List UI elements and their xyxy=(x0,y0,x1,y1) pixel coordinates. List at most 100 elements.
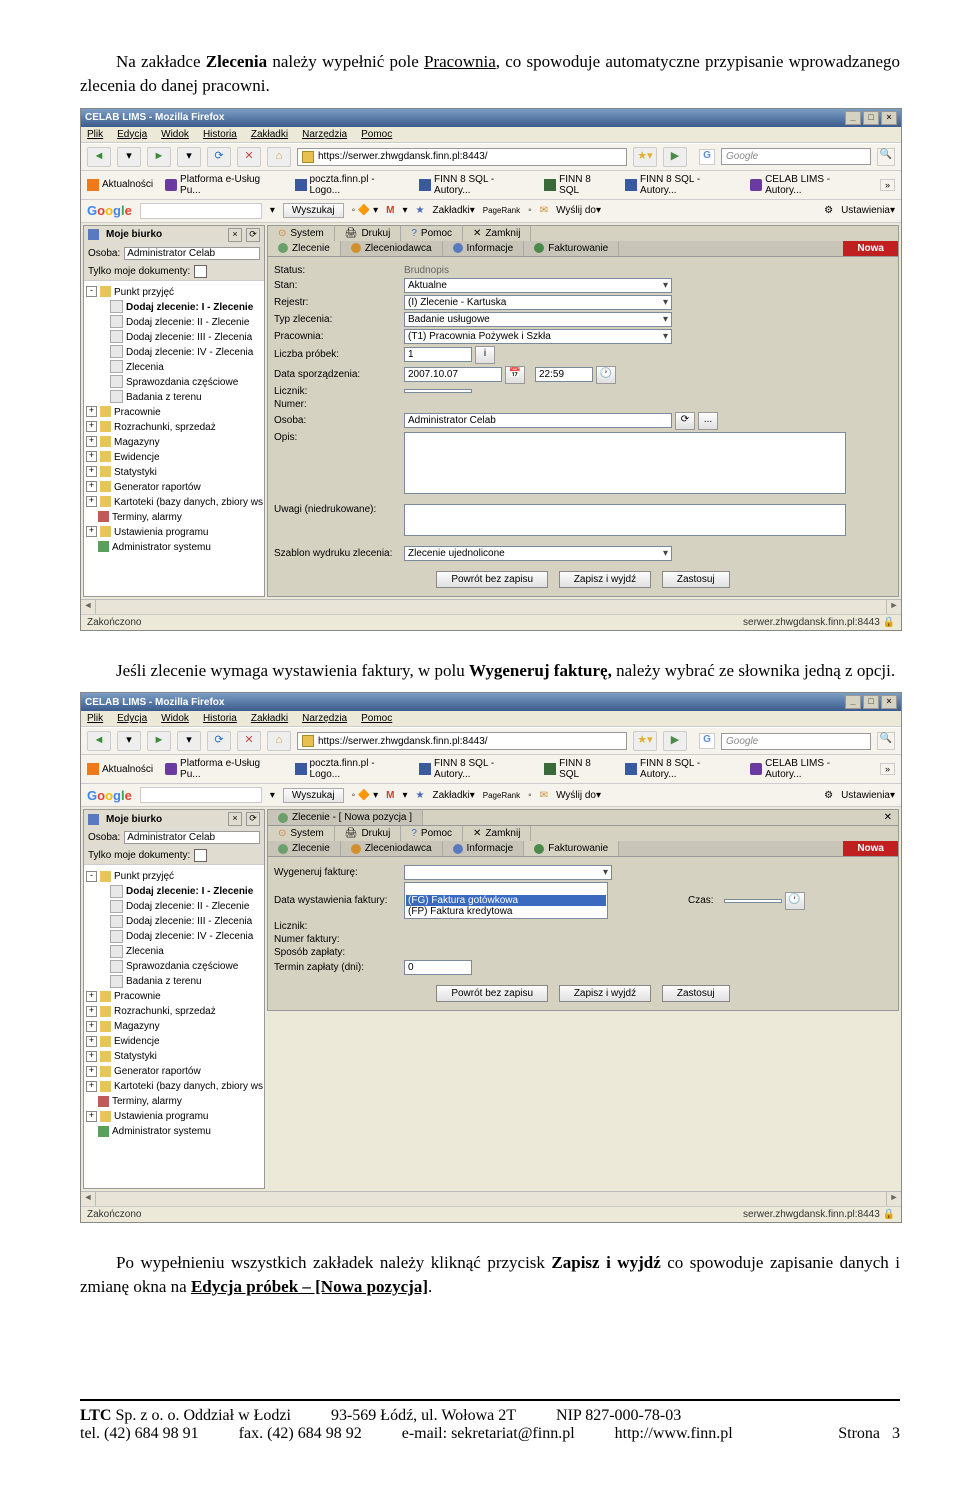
expand-icon[interactable]: + xyxy=(86,481,97,492)
tab-zlecenie[interactable]: Zlecenie xyxy=(268,241,341,256)
back-icon[interactable]: ◄ xyxy=(87,147,111,167)
scroll-right-icon[interactable]: ► xyxy=(886,1192,901,1206)
wygeneruj-select[interactable]: ▾ xyxy=(404,865,612,880)
system-menu[interactable]: ⊙System xyxy=(268,826,335,841)
menu-help[interactable]: Pomoc xyxy=(361,713,392,724)
go-icon[interactable]: ▶ xyxy=(663,147,687,167)
menu-view[interactable]: Widok xyxy=(161,713,189,724)
expand-icon[interactable]: + xyxy=(86,496,97,507)
scroll-left-icon[interactable]: ◄ xyxy=(81,600,96,614)
g-bookmarks[interactable]: Zakładki▾ xyxy=(433,205,475,216)
tree-item[interactable]: Sprawozdania częściowe xyxy=(126,377,238,388)
tree-item[interactable]: Zlecenia xyxy=(126,946,164,957)
print-button[interactable]: 🖨Drukuj xyxy=(335,226,402,241)
menu-history[interactable]: Historia xyxy=(203,129,237,140)
tab-close-icon[interactable]: ✕ xyxy=(878,810,898,825)
only-mine-checkbox[interactable] xyxy=(194,265,207,278)
print-button[interactable]: 🖨Drukuj xyxy=(335,826,402,841)
apply-button[interactable]: Zastosuj xyxy=(662,571,730,588)
bm-2[interactable]: poczta.finn.pl - Logo... xyxy=(295,758,408,780)
tree-item[interactable]: Sprawozdania częściowe xyxy=(126,961,238,972)
fwd-icon[interactable]: ► xyxy=(147,147,171,167)
expand-icon[interactable]: + xyxy=(86,1006,97,1017)
tab-zleceniodawca[interactable]: Zleceniodawca xyxy=(341,841,443,856)
g-search-button[interactable]: Wyszukaj xyxy=(283,203,344,218)
g-settings[interactable]: Ustawienia▾ xyxy=(841,790,895,801)
tree-item[interactable]: Dodaj zlecenie: IV - Zlecenia xyxy=(126,347,253,358)
stop-icon[interactable]: ✕ xyxy=(237,731,261,751)
tree-item[interactable]: Kartoteki (bazy danych, zbiory ws xyxy=(114,1081,263,1092)
bm-1[interactable]: Platforma e-Usług Pu... xyxy=(165,758,282,780)
scroll-right-icon[interactable]: ► xyxy=(886,600,901,614)
expand-icon[interactable]: + xyxy=(86,1111,97,1122)
search-go-icon[interactable]: 🔍 xyxy=(877,732,895,750)
tree-item[interactable]: Dodaj zlecenie: III - Zlecenia xyxy=(126,332,252,343)
back-dd[interactable]: ▾ xyxy=(117,731,141,751)
h-scrollbar[interactable]: ◄► xyxy=(81,599,901,614)
tree-item[interactable]: Pracownie xyxy=(114,407,161,418)
tree-item[interactable]: Rozrachunki, sprzedaż xyxy=(114,1006,216,1017)
menu-view[interactable]: Widok xyxy=(161,129,189,140)
menu-bookmarks[interactable]: Zakładki xyxy=(251,129,288,140)
gmail-icon[interactable]: M xyxy=(386,790,394,801)
send-icon[interactable]: ✉ xyxy=(540,205,548,216)
clock-icon[interactable]: 🕐 xyxy=(596,366,616,384)
g-settings[interactable]: Ustawienia▾ xyxy=(841,205,895,216)
scroll-left-icon[interactable]: ◄ xyxy=(81,1192,96,1206)
bm-5[interactable]: FINN 8 SQL - Autory... xyxy=(625,174,738,196)
tree-item[interactable]: Ustawienia programu xyxy=(114,1111,209,1122)
bm-3[interactable]: FINN 8 SQL - Autory... xyxy=(419,174,532,196)
expand-icon[interactable]: + xyxy=(86,451,97,462)
search-engine-icon[interactable]: G xyxy=(699,149,715,165)
osoba-field[interactable]: Administrator Celab xyxy=(124,247,260,260)
czas-input[interactable] xyxy=(724,899,782,903)
tree-item[interactable]: Terminy, alarmy xyxy=(112,512,182,523)
menu-history[interactable]: Historia xyxy=(203,713,237,724)
option-blank[interactable] xyxy=(406,884,606,895)
szablon-select[interactable]: Zlecenie ujednolicone▾ xyxy=(404,546,672,561)
tree-item[interactable]: Punkt przyjęć xyxy=(114,871,174,882)
expand-icon[interactable]: + xyxy=(86,466,97,477)
search-go-icon[interactable]: 🔍 xyxy=(877,148,895,166)
overflow-icon[interactable]: » xyxy=(880,763,895,775)
back-button[interactable]: Powrót bez zapisu xyxy=(436,571,548,588)
tree-item[interactable]: Zlecenia xyxy=(126,362,164,373)
back-dd[interactable]: ▾ xyxy=(117,147,141,167)
menu-edit[interactable]: Edycja xyxy=(117,129,147,140)
expand-icon[interactable]: + xyxy=(86,526,97,537)
menu-file[interactable]: Plik xyxy=(87,713,103,724)
tree-close-icon[interactable]: × xyxy=(228,812,242,826)
bm-5[interactable]: FINN 8 SQL - Autory... xyxy=(625,758,738,780)
tree-item[interactable]: Ewidencje xyxy=(114,452,160,463)
home-icon[interactable]: ⌂ xyxy=(267,731,291,751)
bookmark-star-icon[interactable]: ★ xyxy=(416,790,425,801)
opis-textarea[interactable] xyxy=(404,432,846,494)
tree-item[interactable]: Generator raportów xyxy=(114,1066,201,1077)
close-button[interactable]: ✕Zamknij xyxy=(463,826,531,841)
menu-file[interactable]: Plik xyxy=(87,129,103,140)
url-input[interactable]: https://serwer.zhwgdansk.finn.pl:8443/ xyxy=(297,148,627,166)
tree-item[interactable]: Badania z terenu xyxy=(126,392,202,403)
g-sendto[interactable]: Wyślij do▾ xyxy=(556,790,601,801)
g-bookmarks[interactable]: Zakładki▾ xyxy=(433,790,475,801)
tree-item[interactable]: Statystyki xyxy=(114,467,157,478)
tree-item[interactable]: Pracownie xyxy=(114,991,161,1002)
tree-item[interactable]: Ustawienia programu xyxy=(114,527,209,538)
data-input[interactable]: 2007.10.07 xyxy=(404,367,502,382)
tree-item[interactable]: Punkt przyjęć xyxy=(114,287,174,298)
tree-item[interactable]: Badania z terenu xyxy=(126,976,202,987)
g-search-input[interactable] xyxy=(140,203,262,219)
tab-zlecenie[interactable]: Zlecenie xyxy=(268,841,341,856)
tree-item[interactable]: Magazyny xyxy=(114,1021,160,1032)
tab-informacje[interactable]: Informacje xyxy=(443,841,525,856)
tab-fakturowanie[interactable]: Fakturowanie xyxy=(524,241,619,256)
tree-item[interactable]: Dodaj zlecenie: III - Zlecenia xyxy=(126,916,252,927)
apply-button[interactable]: Zastosuj xyxy=(662,985,730,1002)
osoba-field[interactable]: Administrator Celab xyxy=(124,831,260,844)
h-scrollbar[interactable]: ◄► xyxy=(81,1191,901,1206)
help-button[interactable]: ?Pomoc xyxy=(401,226,463,241)
refresh-icon[interactable]: ⟳ xyxy=(675,412,695,430)
tree-item[interactable]: Terminy, alarmy xyxy=(112,1096,182,1107)
tree-item[interactable]: Dodaj zlecenie: I - Zlecenie xyxy=(126,886,253,897)
g-sendto[interactable]: Wyślij do▾ xyxy=(556,205,601,216)
